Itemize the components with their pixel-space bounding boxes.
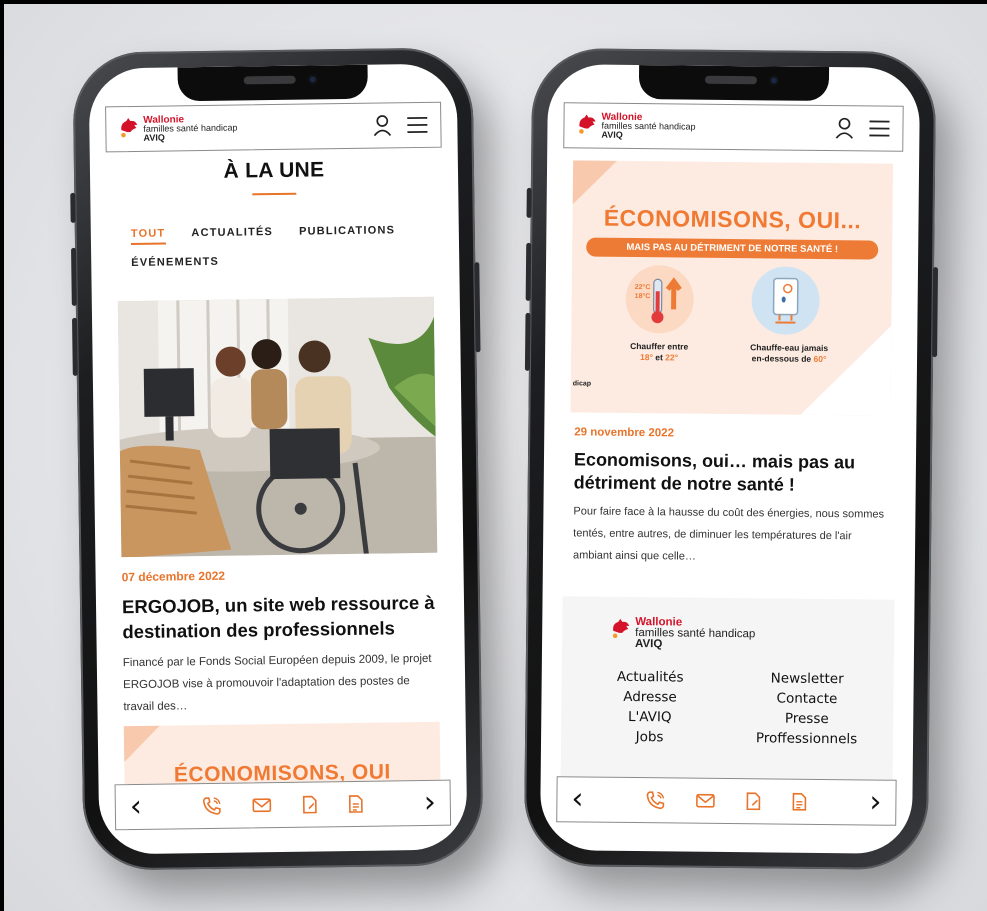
footer-link-aviq[interactable]: L'AVIQ	[571, 708, 728, 726]
phone-icon[interactable]	[202, 796, 222, 816]
phone-right: Wallonie familles santé handicap AVIQ ÉC…	[523, 47, 939, 871]
office-photo-illustration	[117, 296, 438, 558]
phone-left: Wallonie familles santé handicap AVIQ À …	[70, 47, 484, 871]
rooster-icon	[612, 618, 630, 639]
power-button	[932, 267, 939, 358]
bottom-nav: ‹ ›	[114, 779, 452, 831]
brand-short: AVIQ	[634, 638, 663, 651]
caption-heating: Chauffer entre 18° et 22°	[601, 341, 717, 364]
aviq-logo[interactable]: Wallonie familles santé handicap AVIQ	[118, 114, 237, 143]
footer-link-adresse[interactable]: Adresse	[571, 688, 728, 706]
screen-right: Wallonie familles santé handicap AVIQ ÉC…	[539, 64, 921, 854]
water-heater-icon	[772, 277, 799, 324]
speaker	[704, 75, 758, 85]
article-excerpt: Financé par le Fonds Social Européen dep…	[122, 652, 432, 714]
thermo-label-b: 18°C	[635, 292, 651, 300]
mute-switch	[70, 192, 76, 223]
user-icon[interactable]	[834, 117, 854, 139]
article-date: 29 novembre 2022	[574, 426, 675, 440]
caption-water: Chauffe-eau jamais en-dessous de 60°	[731, 342, 847, 365]
notch	[638, 65, 830, 102]
thermometer-icon: 22°C 18°C	[635, 277, 682, 324]
mute-switch	[526, 187, 532, 218]
tab-actualites[interactable]: ACTUALITÉS	[191, 226, 273, 244]
promo-cut	[800, 324, 892, 416]
form-icon[interactable]	[791, 792, 807, 812]
mail-icon[interactable]	[695, 793, 715, 809]
caption-water-temp: 60°	[813, 353, 827, 365]
article-date: 07 décembre 2022	[121, 568, 226, 585]
site-header: Wallonie familles santé handicap AVIQ	[105, 101, 442, 153]
site-footer: Wallonie familles santé handicap AVIQ Ac…	[560, 596, 895, 790]
document-icon[interactable]	[745, 791, 761, 811]
promo-corner	[123, 725, 161, 763]
tab-publications[interactable]: PUBLICATIONS	[299, 224, 395, 242]
brand-short: AVIQ	[143, 132, 165, 143]
rooster-icon	[579, 113, 596, 134]
water-heater-circle	[751, 266, 821, 335]
footer-link-professionnels[interactable]: Proffessionnels	[728, 730, 885, 748]
footer-link-contacte[interactable]: Contacte	[728, 690, 885, 708]
form-icon[interactable]	[348, 794, 364, 814]
article-photo[interactable]	[117, 296, 438, 558]
front-camera	[307, 74, 318, 85]
promo-band: MAIS PAS AU DÉTRIMENT DE NOTRE SANTÉ !	[586, 237, 879, 260]
chevron-right-icon[interactable]: ›	[869, 784, 881, 819]
volume-down-button	[524, 312, 531, 371]
thermo-label-a: 22°C	[635, 283, 651, 291]
hamburger-menu-icon[interactable]	[868, 119, 890, 137]
site-header: Wallonie familles santé handicap AVIQ	[563, 102, 904, 152]
rooster-icon	[121, 117, 138, 137]
promo-image[interactable]: ÉCONOMISONS, OUI... MAIS PAS AU DÉTRIMEN…	[570, 160, 894, 416]
article-title[interactable]: Economisons, oui… mais pas au détriment …	[574, 448, 892, 497]
phone-icon[interactable]	[645, 790, 665, 810]
caption-water-prefix: en-dessous de	[751, 353, 814, 364]
aviq-logo[interactable]: Wallonie familles santé handicap AVIQ	[576, 111, 696, 140]
tab-tout[interactable]: TOUT	[130, 227, 166, 246]
volume-up-button	[71, 247, 77, 306]
speaker	[243, 75, 296, 85]
user-icon[interactable]	[372, 114, 392, 137]
caption-heating-min: 18°	[640, 352, 653, 363]
article-excerpt: Pour faire face à la hausse du coût des …	[572, 505, 885, 563]
chevron-left-icon[interactable]: ‹	[130, 789, 142, 824]
promo-corner-text: dicap	[572, 380, 592, 388]
footer-links: Actualités Newsletter Adresse Contacte L…	[571, 668, 886, 748]
footer-link-newsletter[interactable]: Newsletter	[729, 670, 886, 688]
footer-link-presse[interactable]: Presse	[728, 710, 885, 728]
brand-short: AVIQ	[601, 129, 623, 140]
thermometer-circle: 22°C 18°C	[625, 264, 695, 334]
footer-link-jobs[interactable]: Jobs	[571, 728, 728, 746]
filter-tabs: TOUT ACTUALITÉS PUBLICATIONS ÉVÉNEMENTS	[130, 224, 430, 272]
title-underline	[252, 192, 297, 196]
footer-link-actualites[interactable]: Actualités	[572, 668, 729, 686]
promo-headline: ÉCONOMISONS, OUI...	[603, 204, 862, 234]
tab-evenements[interactable]: ÉVÉNEMENTS	[131, 256, 219, 272]
article-title[interactable]: ERGOJOB, un site web ressource à destina…	[122, 590, 443, 644]
front-camera	[768, 75, 780, 86]
caption-heating-and: et	[652, 352, 666, 363]
volume-up-button	[525, 242, 532, 301]
chevron-left-icon[interactable]: ‹	[571, 781, 583, 816]
screen-left: Wallonie familles santé handicap AVIQ À …	[88, 63, 468, 855]
volume-down-button	[72, 317, 78, 376]
chevron-right-icon[interactable]: ›	[424, 785, 436, 820]
hamburger-menu-icon[interactable]	[406, 116, 428, 134]
footer-logo[interactable]: Wallonie familles santé handicap AVIQ	[610, 616, 756, 652]
document-icon[interactable]	[302, 794, 318, 814]
promo-corner	[572, 160, 618, 205]
caption-heating-max: 22°	[665, 352, 679, 363]
notch	[177, 64, 368, 102]
bottom-nav: ‹ ›	[556, 776, 897, 826]
section-title: À LA UNE	[223, 158, 325, 183]
mail-icon[interactable]	[252, 797, 272, 813]
